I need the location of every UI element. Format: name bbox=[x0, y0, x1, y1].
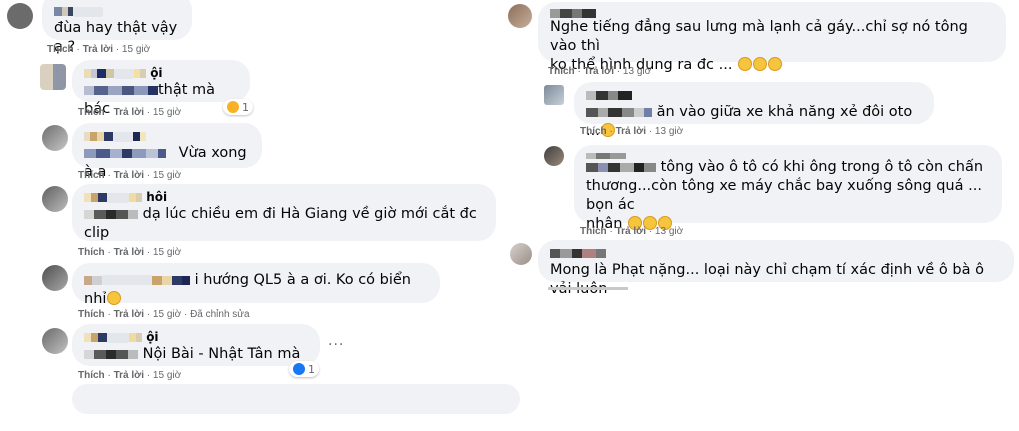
comment-author[interactable] bbox=[550, 6, 994, 18]
comment-bubble: Vừa xong à a bbox=[72, 123, 262, 180]
comment-actions: Thích · Trả lời · 15 giờ bbox=[78, 107, 182, 118]
like-link[interactable]: Thích bbox=[78, 309, 105, 320]
comment-bubble: ăn vào giữa xe khả năng xẻ đôi oto ... bbox=[574, 82, 934, 139]
comment-text-line: dạ lúc chiều em đi Hà Giang về giờ mới c… bbox=[142, 206, 477, 222]
author-name-tail: hôi bbox=[146, 190, 168, 204]
avatar[interactable] bbox=[42, 186, 68, 212]
author-name-tail: ội bbox=[146, 330, 159, 344]
edited-label[interactable]: Đã chỉnh sửa bbox=[190, 309, 250, 320]
avatar[interactable] bbox=[42, 265, 68, 291]
comment-actions: Thích · Trả lời · 15 giờ bbox=[47, 44, 151, 55]
reaction-number: 1 bbox=[242, 101, 249, 114]
comment-text: dạ lúc chiều em đi Hà Giang về giờ mới c… bbox=[84, 205, 484, 243]
timestamp[interactable]: 13 giờ bbox=[655, 226, 683, 237]
like-link[interactable]: Thích bbox=[580, 126, 607, 137]
comment-bubble: i hướng QL5 à a ơi. Ko có biển nhỉ bbox=[72, 263, 440, 307]
avatar[interactable] bbox=[544, 85, 564, 105]
comment-author[interactable]: ội bbox=[84, 330, 308, 345]
avatar[interactable] bbox=[510, 243, 532, 265]
comment-bubble: ội thật mà bác bbox=[72, 60, 250, 117]
like-link[interactable]: Thích bbox=[548, 66, 575, 77]
comment-bubble: tông vào ô tô có khi ông trong ô tô còn … bbox=[574, 145, 1002, 232]
surprised-reaction-icon bbox=[227, 101, 239, 113]
comment-text-line: thương...còn tông xe máy chắc bay xuống … bbox=[586, 178, 982, 213]
timestamp[interactable]: 15 giờ bbox=[153, 309, 181, 320]
comment-actions: Thích · Trả lời · 13 giờ bbox=[580, 126, 684, 137]
comment-bubble: hôi dạ lúc chiều em đi Hà Giang về giờ m… bbox=[72, 184, 496, 241]
comment-actions: Thích · Trả lời · 15 giờ bbox=[78, 370, 182, 381]
comment-author[interactable]: hôi bbox=[84, 190, 484, 205]
avatar[interactable] bbox=[42, 125, 68, 151]
timestamp[interactable]: 13 giờ bbox=[655, 126, 683, 137]
grin-emoji-icon bbox=[107, 291, 122, 305]
avatar[interactable] bbox=[42, 328, 68, 354]
reaction-count[interactable]: 1 bbox=[289, 361, 319, 377]
timestamp[interactable]: 15 giờ bbox=[153, 107, 181, 118]
comment-actions: Thích · Trả lời · 13 giờ bbox=[580, 226, 684, 237]
comment-bubble: đùa hay thật vậy ạ ? bbox=[42, 0, 192, 55]
reaction-count[interactable]: 1 bbox=[223, 99, 253, 115]
like-link[interactable]: Thích bbox=[78, 247, 105, 258]
comment-text: tông vào ô tô có khi ông trong ô tô còn … bbox=[586, 158, 990, 234]
reply-link[interactable]: Trả lời bbox=[584, 66, 614, 77]
more-dots-icon[interactable]: ··· bbox=[328, 337, 344, 353]
comment-text: i hướng QL5 à a ơi. Ko có biển nhỉ bbox=[84, 269, 428, 309]
timestamp[interactable]: 15 giờ bbox=[122, 44, 150, 55]
like-reaction-icon bbox=[293, 363, 305, 375]
like-link[interactable]: Thích bbox=[78, 107, 105, 118]
avatar[interactable] bbox=[508, 4, 532, 28]
comment-text-line: tông vào ô tô có khi ông trong ô tô còn … bbox=[660, 159, 984, 175]
comment-author[interactable] bbox=[586, 148, 990, 159]
sweat-smile-emoji-icon bbox=[768, 57, 783, 71]
comment-author[interactable] bbox=[586, 88, 922, 103]
comment-author[interactable] bbox=[54, 4, 180, 19]
comment-text-visible: Nội Bài - Nhật Tân mà bbox=[142, 346, 301, 362]
reply-link[interactable]: Trả lời bbox=[83, 44, 113, 55]
like-link[interactable]: Thích bbox=[580, 226, 607, 237]
right-comment-panel: Nghe tiếng đẳng sau lưng mà lạnh cả gáy.… bbox=[496, 0, 1019, 297]
comment-text: Nội Bài - Nhật Tân mà bbox=[84, 345, 308, 364]
avatar[interactable] bbox=[544, 146, 564, 166]
comment-bubble: ội Nội Bài - Nhật Tân mà bbox=[72, 324, 320, 366]
reply-link[interactable]: Trả lời bbox=[114, 247, 144, 258]
timestamp[interactable]: 13 giờ bbox=[623, 66, 651, 77]
reply-link[interactable]: Trả lời bbox=[616, 226, 646, 237]
comment-text-line: Nghe tiếng đẳng sau lưng mà lạnh cả gáy.… bbox=[550, 19, 968, 54]
comment-bubble bbox=[72, 384, 520, 414]
sweat-smile-emoji-icon bbox=[753, 57, 768, 71]
comment-author[interactable] bbox=[550, 246, 1002, 261]
timestamp[interactable]: 15 giờ bbox=[153, 247, 181, 258]
reply-link[interactable]: Trả lời bbox=[616, 126, 646, 137]
comment-text: Mong là Phạt nặng... loại này chỉ chạm t… bbox=[550, 262, 984, 297]
left-comment-panel: đùa hay thật vậy ạ ? Thích · Trả lời · 1… bbox=[0, 0, 520, 431]
author-name-tail: ội bbox=[150, 66, 163, 80]
comment-text-line: clip bbox=[84, 225, 110, 241]
sweat-smile-emoji-icon bbox=[738, 57, 753, 71]
reaction-number: 1 bbox=[308, 363, 315, 376]
timestamp[interactable]: 15 giờ bbox=[153, 170, 181, 181]
timestamp[interactable]: 15 giờ bbox=[153, 370, 181, 381]
reply-link[interactable]: Trả lời bbox=[114, 107, 144, 118]
comment-bubble: Mong là Phạt nặng... loại này chỉ chạm t… bbox=[538, 240, 1014, 297]
comment-author[interactable] bbox=[84, 129, 250, 144]
comment-actions: Thích · Trả lời · 15 giờ · Đã chỉnh sửa bbox=[78, 309, 250, 320]
comment-actions: Thích · Trả lời · 15 giờ bbox=[78, 170, 182, 181]
comment-actions: Thích · Trả lời · 15 giờ bbox=[78, 247, 182, 258]
like-link[interactable]: Thích bbox=[47, 44, 74, 55]
reply-link[interactable]: Trả lời bbox=[114, 170, 144, 181]
like-link[interactable]: Thích bbox=[78, 170, 105, 181]
avatar[interactable] bbox=[40, 64, 66, 90]
reply-link[interactable]: Trả lời bbox=[114, 309, 144, 320]
reply-link[interactable]: Trả lời bbox=[114, 370, 144, 381]
comment-bubble: Nghe tiếng đẳng sau lưng mà lạnh cả gáy.… bbox=[538, 2, 1006, 73]
avatar[interactable] bbox=[7, 3, 33, 29]
comment-author[interactable]: ội bbox=[84, 66, 238, 81]
comment-actions bbox=[548, 284, 628, 290]
like-link[interactable]: Thích bbox=[78, 370, 105, 381]
comment-actions: Thích · Trả lời · 13 giờ bbox=[548, 66, 652, 77]
